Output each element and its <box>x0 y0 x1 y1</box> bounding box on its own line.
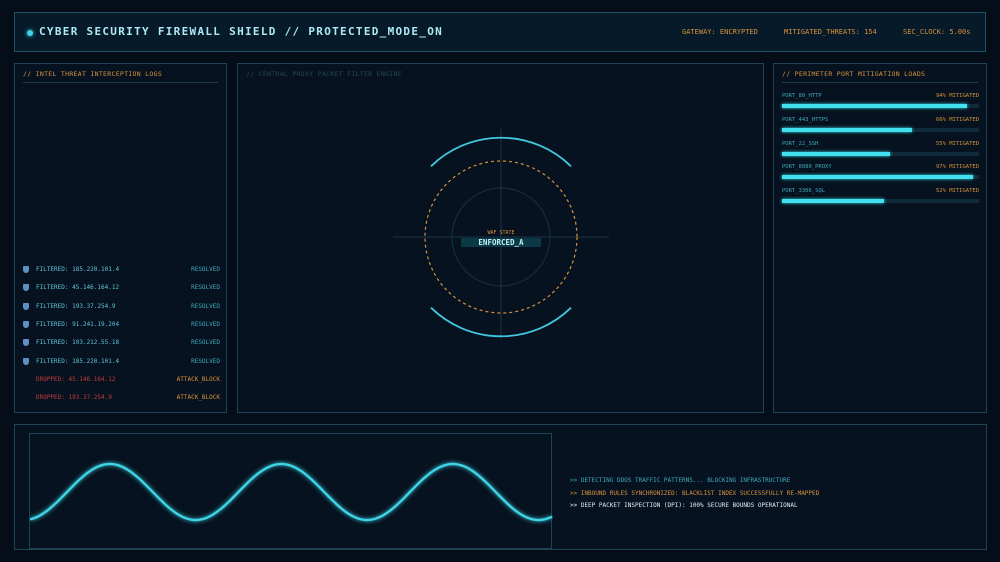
shield-icon <box>23 266 29 273</box>
port-load-bar <box>782 127 979 132</box>
header-bar: CYBER SECURITY FIREWALL SHIELD // PROTEC… <box>14 12 986 52</box>
port-load-item: PORT_3306_SQL 52% MITIGATED <box>782 188 979 208</box>
log-entry: DROPPED: 193.37.254.9 ATTACK_BLOCK <box>23 392 220 404</box>
port-load-bar <box>782 151 979 156</box>
port-mitigation-percent: 52% MITIGATED <box>935 188 979 195</box>
log-entry-status: RESOLVED <box>191 357 220 365</box>
log-entry-address: FILTERED: 185.220.101.4 <box>36 266 120 273</box>
log-entry-status: ATTACK_BLOCK <box>176 394 220 402</box>
threat-log-panel: // INTEL THREAT INTERCEPTION LOGS FILTER… <box>14 63 227 413</box>
waf-state-label: WAF STATE <box>487 230 515 236</box>
port-mitigation-percent: 66% MITIGATED <box>935 116 979 123</box>
log-entry: FILTERED: 185.220.101.4 RESOLVED <box>23 356 220 368</box>
console-line: >> DETECTING DDOS TRAFFIC PATTERNS... BL… <box>570 477 791 484</box>
log-entry-address: FILTERED: 45.146.164.12 <box>36 284 120 292</box>
log-entry-address: FILTERED: 185.220.101.4 <box>36 357 120 365</box>
port-mitigation-percent: 97% MITIGATED <box>935 164 979 171</box>
port-load-fill <box>782 199 885 204</box>
packet-filter-panel: // CENTRAL PROXY PACKET FILTER ENGINE WA… <box>237 63 764 413</box>
divider <box>23 82 218 83</box>
signal-waveform-box <box>29 433 553 549</box>
status-dot-icon <box>27 30 33 36</box>
port-name: PORT_22_SSH <box>782 140 819 147</box>
port-name: PORT_8080_PROXY <box>782 164 832 171</box>
log-entry-status: RESOLVED <box>191 284 220 292</box>
log-entry: FILTERED: 103.212.55.18 RESOLVED <box>23 337 220 349</box>
port-load-fill <box>782 127 913 132</box>
log-entry-status: RESOLVED <box>191 302 220 310</box>
log-entry: FILTERED: 193.37.254.9 RESOLVED <box>23 301 220 313</box>
port-load-fill <box>782 175 974 180</box>
mitigated-threats-count: MITIGATED_THREATS: 154 <box>784 28 877 36</box>
signal-waveform-icon <box>29 462 553 522</box>
port-load-item: PORT_80_HTTP 94% MITIGATED <box>782 93 979 113</box>
port-name: PORT_80_HTTP <box>782 93 822 99</box>
log-entry-address: FILTERED: 103.212.55.18 <box>36 339 120 347</box>
port-load-item: PORT_8080_PROXY 97% MITIGATED <box>782 164 979 184</box>
log-entry: DROPPED: 45.146.164.12 ATTACK_BLOCK <box>23 374 220 386</box>
log-entry-status: RESOLVED <box>191 320 220 328</box>
shield-icon <box>23 320 29 328</box>
port-load-fill <box>782 151 891 156</box>
threat-log-title: // INTEL THREAT INTERCEPTION LOGS <box>23 70 163 78</box>
log-entry-address: DROPPED: 45.146.164.12 <box>36 375 116 383</box>
security-clock: SEC_CLOCK: 5.00s <box>903 28 971 36</box>
console-line: >> INBOUND RULES SYNCHRONIZED: BLACKLIST… <box>570 489 820 497</box>
gateway-status: GATEWAY: ENCRYPTED <box>682 28 758 36</box>
shield-icon <box>23 284 29 292</box>
port-load-fill <box>782 104 968 108</box>
divider <box>782 82 978 83</box>
log-entry-address: DROPPED: 193.37.254.9 <box>36 394 112 402</box>
app-title: CYBER SECURITY FIREWALL SHIELD // PROTEC… <box>39 25 444 38</box>
packet-filter-title: // CENTRAL PROXY PACKET FILTER ENGINE <box>246 70 402 78</box>
log-entry: FILTERED: 91.241.19.204 RESOLVED <box>23 319 220 331</box>
shield-icon <box>23 339 29 347</box>
port-load-bar <box>782 199 979 204</box>
shield-icon <box>23 357 29 365</box>
port-name: PORT_443_HTTPS <box>782 116 829 123</box>
log-entry-address: FILTERED: 193.37.254.9 <box>36 302 116 310</box>
waf-state-value: ENFORCED_A <box>461 238 541 247</box>
log-entry-status: ATTACK_BLOCK <box>176 375 220 383</box>
port-name: PORT_3306_SQL <box>782 188 826 195</box>
log-entry: FILTERED: 185.220.101.4 RESOLVED <box>23 264 220 276</box>
log-entry-address: FILTERED: 91.241.19.204 <box>36 320 120 328</box>
port-mitigation-percent: 55% MITIGATED <box>935 140 979 147</box>
port-load-bar <box>782 175 979 180</box>
port-load-item: PORT_443_HTTPS 66% MITIGATED <box>782 117 979 137</box>
port-mitigation-panel: // PERIMETER PORT MITIGATION LOADS PORT_… <box>773 63 987 413</box>
log-entry: FILTERED: 45.146.164.12 RESOLVED <box>23 282 220 294</box>
log-entry-status: RESOLVED <box>191 339 220 347</box>
port-load-item: PORT_22_SSH 55% MITIGATED <box>782 141 979 161</box>
log-entry-status: RESOLVED <box>191 266 220 273</box>
console-line: >> DEEP PACKET INSPECTION (DPI): 100% SE… <box>570 502 798 509</box>
shield-icon <box>23 302 29 310</box>
port-mitigation-title: // PERIMETER PORT MITIGATION LOADS <box>782 70 926 78</box>
port-mitigation-percent: 94% MITIGATED <box>935 93 979 99</box>
signal-console-panel: >> DETECTING DDOS TRAFFIC PATTERNS... BL… <box>14 424 987 550</box>
port-load-bar <box>782 104 979 108</box>
